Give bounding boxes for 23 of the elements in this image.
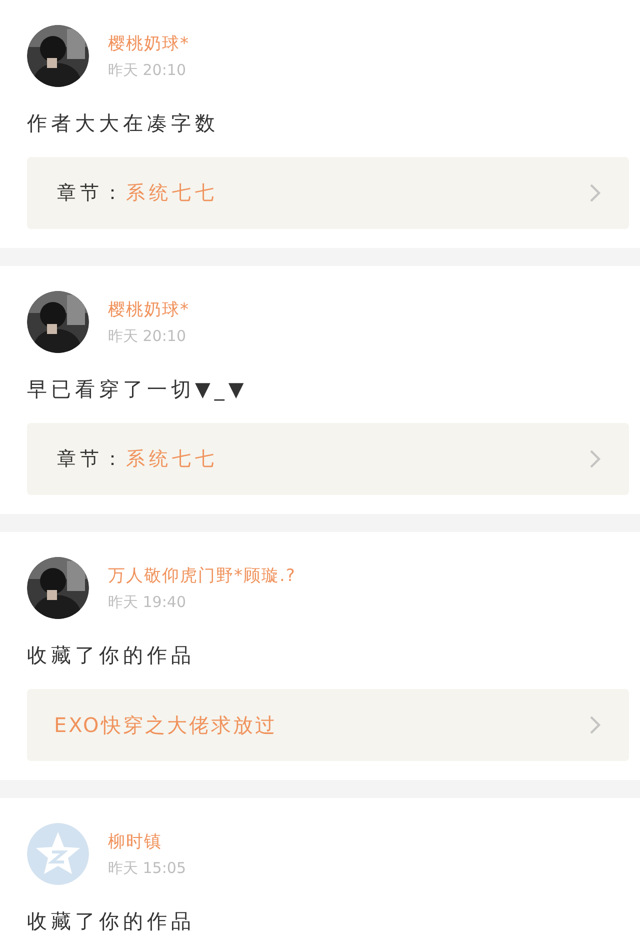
chapter-title: 系统七七 <box>126 181 218 206</box>
comment-text: 收藏了你的作品 <box>27 908 195 935</box>
comment-text: 早已看穿了一切▼_▼ <box>27 376 248 403</box>
chapter-link[interactable]: 章节：系统七七 <box>27 423 629 495</box>
comment-text: 收藏了你的作品 <box>27 642 195 669</box>
user-name[interactable]: 柳时镇 <box>108 830 162 853</box>
user-name[interactable]: 樱桃奶球* <box>108 298 190 321</box>
chevron-right-icon <box>589 449 601 469</box>
work-title: EXO快穿之大佬求放过 <box>54 712 277 738</box>
user-name[interactable]: 万人敬仰虎门野*顾璇.? <box>108 564 296 587</box>
user-name[interactable]: 樱桃奶球* <box>108 32 190 55</box>
chapter-title: 系统七七 <box>126 447 218 472</box>
post-time: 昨天 15:05 <box>108 859 186 878</box>
post-time: 昨天 20:10 <box>108 327 186 346</box>
chevron-right-icon <box>589 183 601 203</box>
comment-text: 作者大大在凑字数 <box>27 110 219 137</box>
chapter-label: 章节： <box>57 447 126 472</box>
chevron-right-icon <box>589 715 601 735</box>
chapter-link[interactable]: 章节：系统七七 <box>27 157 629 229</box>
post-time: 昨天 20:10 <box>108 61 186 80</box>
work-link[interactable]: EXO快穿之大佬求放过 <box>27 689 629 761</box>
chapter-label: 章节： <box>57 181 126 206</box>
post-time: 昨天 19:40 <box>108 593 186 612</box>
